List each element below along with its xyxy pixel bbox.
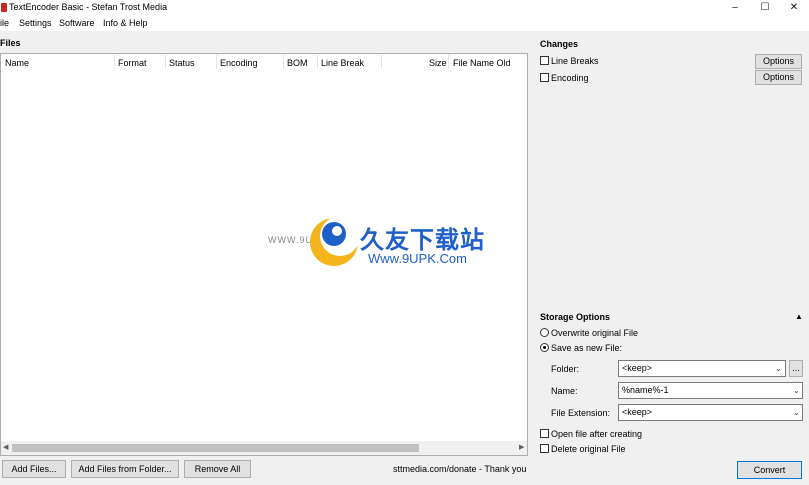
file-extension-select[interactable]: <keep> <box>618 404 803 421</box>
file-extension-chevron-down-icon[interactable]: ⌄ <box>793 408 800 417</box>
column-header-file-name-old[interactable]: File Name Old <box>453 58 511 68</box>
encoding-options-button[interactable]: Options <box>755 70 802 85</box>
line-breaks-checkbox[interactable] <box>540 56 549 65</box>
menu-settings[interactable]: Settings <box>19 18 52 28</box>
column-separator[interactable] <box>448 55 449 69</box>
save-as-new-radio[interactable] <box>540 343 549 352</box>
open-after-creating-label[interactable]: Open file after creating <box>551 429 642 439</box>
watermark-url: Www.9UPK.Com <box>368 251 467 266</box>
column-header-bom[interactable]: BOM <box>287 58 308 68</box>
browse-folder-button[interactable]: ... <box>789 360 803 377</box>
scroll-left-icon[interactable]: ◀ <box>3 443 8 451</box>
column-header-name[interactable]: Name <box>5 58 29 68</box>
name-select[interactable]: %name%-1 <box>618 382 803 399</box>
add-files-from-folder-button[interactable]: Add Files from Folder... <box>71 460 179 478</box>
save-as-new-label[interactable]: Save as new File: <box>551 343 622 353</box>
add-files-button[interactable]: Add Files... <box>2 460 66 478</box>
close-button[interactable]: ✕ <box>779 0 809 16</box>
column-header-size[interactable]: Size <box>429 58 447 68</box>
column-separator[interactable] <box>283 55 284 69</box>
app-icon <box>1 3 7 12</box>
overwrite-original-radio[interactable] <box>540 328 549 337</box>
name-chevron-down-icon[interactable]: ⌄ <box>793 386 800 395</box>
line-breaks-label[interactable]: Line Breaks <box>551 56 599 66</box>
scrollbar-thumb[interactable] <box>12 444 419 452</box>
files-section-title: Files <box>0 38 21 48</box>
column-separator[interactable] <box>317 55 318 69</box>
folder-select[interactable]: <keep> <box>618 360 786 377</box>
watermark-brand: 久友下载站 <box>360 227 485 254</box>
name-value: %name%-1 <box>622 385 669 395</box>
changes-title: Changes <box>540 39 579 49</box>
column-separator[interactable] <box>381 55 382 69</box>
maximize-button[interactable]: ☐ <box>750 0 780 16</box>
folder-value: <keep> <box>622 363 653 373</box>
storage-options-title: Storage Options <box>540 312 611 322</box>
column-separator[interactable] <box>114 55 115 69</box>
encoding-checkbox[interactable] <box>540 73 549 82</box>
overwrite-original-label[interactable]: Overwrite original File <box>551 328 638 338</box>
column-header-encoding[interactable]: Encoding <box>220 58 258 68</box>
name-label: Name: <box>551 386 578 396</box>
menu-file[interactable]: ile <box>0 18 9 28</box>
window-title: TextEncoder Basic - Stefan Trost Media <box>9 2 168 12</box>
menu-info-help[interactable]: Info & Help <box>103 18 148 28</box>
scroll-right-icon[interactable]: ▶ <box>519 443 524 451</box>
file-extension-value: <keep> <box>622 407 653 417</box>
menu-software[interactable]: Software <box>59 18 95 28</box>
minimize-button[interactable]: – <box>720 0 750 16</box>
column-separator[interactable] <box>216 55 217 69</box>
open-after-creating-checkbox[interactable] <box>540 429 549 438</box>
watermark-logo-icon <box>310 216 360 266</box>
remove-all-button[interactable]: Remove All <box>184 460 251 478</box>
file-extension-label: File Extension: <box>551 408 611 418</box>
column-separator[interactable] <box>165 55 166 69</box>
folder-label: Folder: <box>551 364 580 374</box>
column-header-line-break[interactable]: Line Break <box>321 58 364 68</box>
encoding-label[interactable]: Encoding <box>551 73 589 83</box>
collapse-icon[interactable]: ▲ <box>795 312 803 321</box>
convert-button[interactable]: Convert <box>737 461 802 479</box>
delete-original-checkbox[interactable] <box>540 444 549 453</box>
status-text: sttmedia.com/donate - Thank you <box>393 464 527 474</box>
folder-chevron-down-icon[interactable]: ⌄ <box>775 364 782 373</box>
delete-original-label[interactable]: Delete original File <box>551 444 626 454</box>
line-breaks-options-button[interactable]: Options <box>755 54 802 69</box>
column-header-format[interactable]: Format <box>118 58 147 68</box>
column-header-status[interactable]: Status <box>169 58 195 68</box>
